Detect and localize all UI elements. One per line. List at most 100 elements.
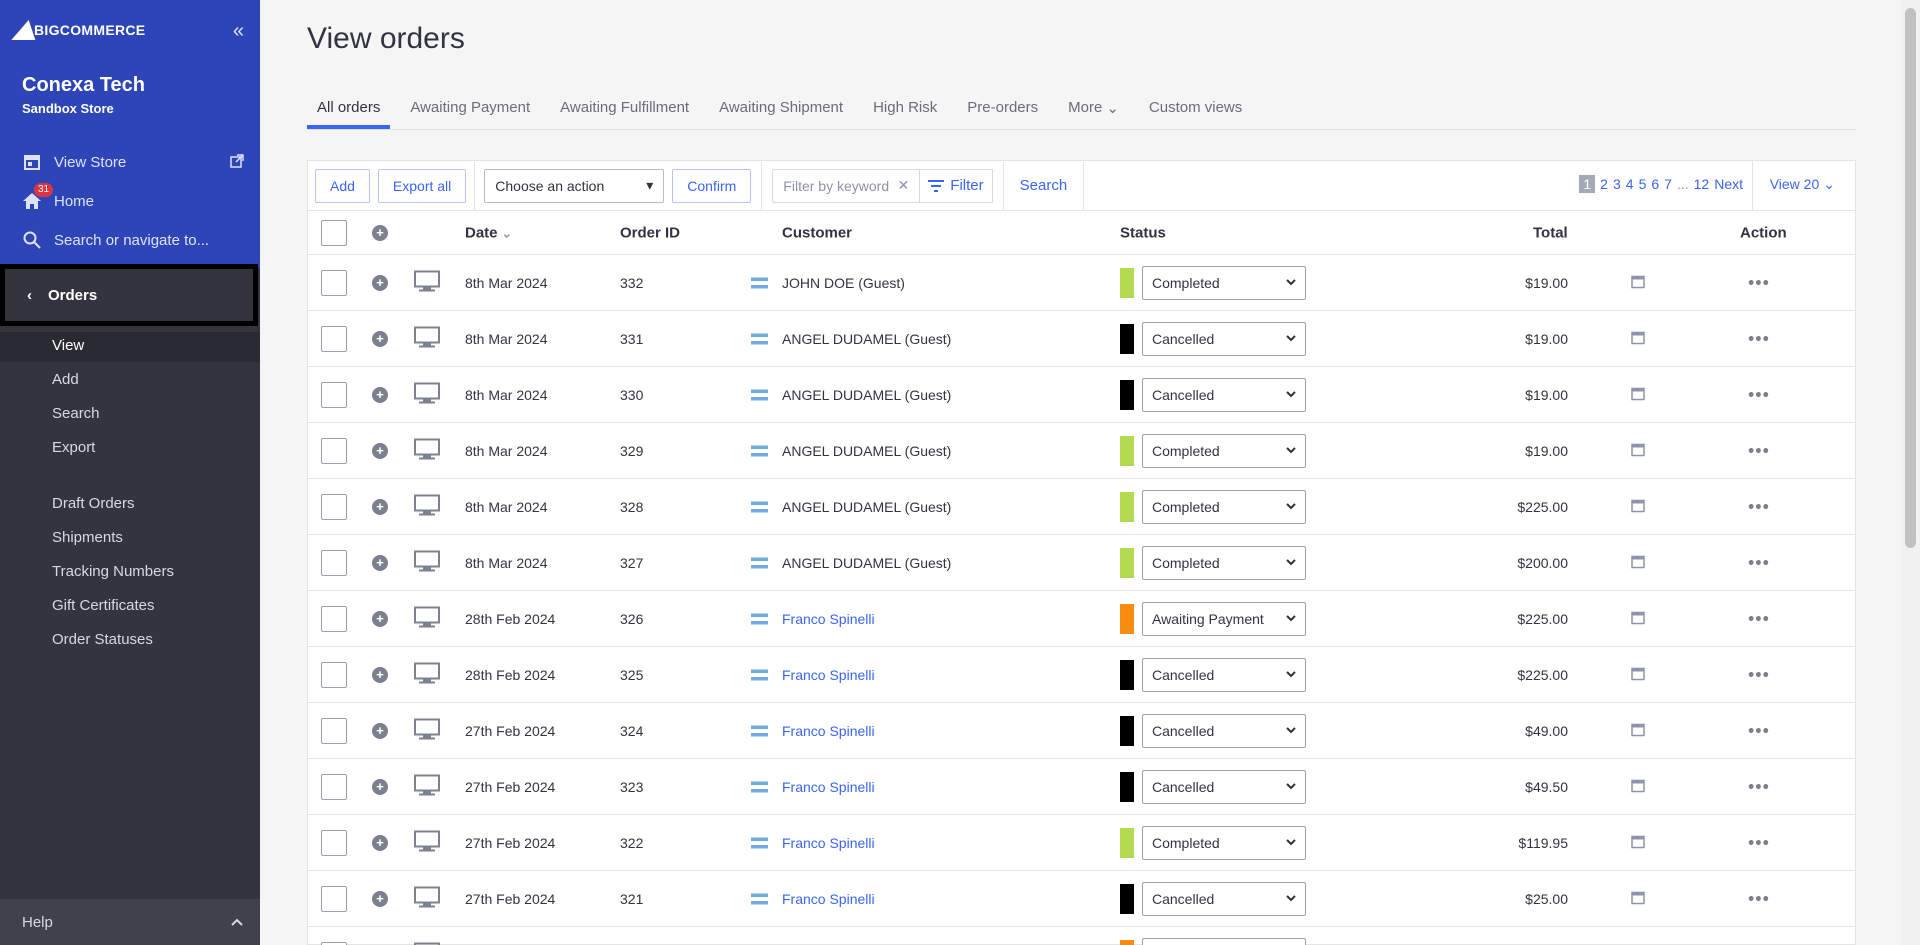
col-order-id[interactable]: Order ID: [620, 224, 680, 241]
scrollbar-thumb[interactable]: [1905, 8, 1916, 548]
expand-row-icon[interactable]: +: [372, 554, 388, 571]
calendar-icon[interactable]: [1631, 610, 1645, 627]
customer-name[interactable]: Franco Spinelli: [782, 779, 875, 795]
expand-row-icon[interactable]: +: [372, 722, 388, 739]
more-actions-icon[interactable]: •••: [1748, 888, 1770, 909]
expand-row-icon[interactable]: +: [372, 778, 388, 795]
calendar-icon[interactable]: [1631, 722, 1645, 739]
more-actions-icon[interactable]: •••: [1748, 776, 1770, 797]
tab-all-orders[interactable]: All orders: [307, 96, 391, 129]
expand-row-icon[interactable]: +: [372, 274, 388, 291]
calendar-icon[interactable]: [1631, 330, 1645, 347]
expand-row-icon[interactable]: +: [372, 610, 388, 627]
tab-high-risk[interactable]: High Risk: [863, 96, 947, 129]
add-order-button[interactable]: Add: [315, 168, 370, 203]
confirm-button[interactable]: Confirm: [672, 168, 752, 203]
more-actions-icon[interactable]: •••: [1748, 720, 1770, 741]
row-checkbox[interactable]: [321, 269, 347, 296]
sidebar-search[interactable]: Search or navigate to...: [22, 230, 209, 250]
expand-row-icon[interactable]: +: [372, 498, 388, 515]
export-all-button[interactable]: Export all: [377, 168, 467, 203]
home-link[interactable]: 31 Home: [22, 183, 94, 211]
sidebar-item-export[interactable]: Export: [52, 439, 95, 456]
customer-name[interactable]: Franco Spinelli: [782, 891, 875, 907]
bulk-action-select[interactable]: Choose an action ▾: [484, 168, 665, 203]
tab-awaiting-fulfillment[interactable]: Awaiting Fulfillment: [550, 96, 699, 129]
status-select[interactable]: Completed: [1142, 545, 1306, 580]
per-page-select[interactable]: View 20 ⌄: [1770, 176, 1835, 193]
expand-row-icon[interactable]: +: [372, 666, 388, 683]
select-all-checkbox[interactable]: [321, 219, 347, 246]
customer-name[interactable]: Franco Spinelli: [782, 667, 875, 683]
row-checkbox[interactable]: [321, 885, 347, 912]
bigcommerce-logo[interactable]: BIGCOMMERCE: [11, 20, 145, 40]
col-date[interactable]: Date ⌄: [465, 224, 512, 241]
status-select[interactable]: Cancelled: [1142, 321, 1306, 356]
expand-row-icon[interactable]: +: [372, 890, 388, 907]
page-3[interactable]: 3: [1613, 176, 1621, 192]
row-checkbox[interactable]: [321, 325, 347, 352]
calendar-icon[interactable]: [1631, 274, 1645, 291]
customer-name[interactable]: Franco Spinelli: [782, 723, 875, 739]
col-total[interactable]: Total: [1533, 224, 1568, 241]
more-actions-icon[interactable]: •••: [1748, 272, 1770, 293]
more-actions-icon[interactable]: •••: [1748, 608, 1770, 629]
row-checkbox[interactable]: [321, 493, 347, 520]
customer-name[interactable]: Franco Spinelli: [782, 835, 875, 851]
external-link-icon[interactable]: [230, 154, 244, 168]
calendar-icon[interactable]: [1631, 442, 1645, 459]
status-select[interactable]: Cancelled: [1142, 881, 1306, 916]
calendar-icon[interactable]: [1631, 386, 1645, 403]
page-scrollbar[interactable]: [1901, 0, 1920, 945]
more-actions-icon[interactable]: •••: [1748, 664, 1770, 685]
view-store-link[interactable]: View Store: [22, 152, 126, 172]
page-1[interactable]: 1: [1579, 175, 1596, 193]
more-actions-icon[interactable]: •••: [1748, 328, 1770, 349]
more-actions-icon[interactable]: •••: [1748, 440, 1770, 461]
sidebar-item-search[interactable]: Search: [52, 405, 100, 422]
row-checkbox[interactable]: [321, 605, 347, 632]
expand-all-icon[interactable]: +: [372, 224, 388, 241]
filter-keyword-input[interactable]: Filter by keyword ✕: [772, 168, 921, 203]
expand-row-icon[interactable]: +: [372, 386, 388, 403]
status-select[interactable]: Completed: [1142, 433, 1306, 468]
page-12[interactable]: 12: [1694, 176, 1710, 192]
more-actions-icon[interactable]: •••: [1748, 496, 1770, 517]
page-7[interactable]: 7: [1664, 176, 1672, 192]
tab-pre-orders[interactable]: Pre-orders: [957, 96, 1048, 129]
calendar-icon[interactable]: [1631, 666, 1645, 683]
expand-row-icon[interactable]: +: [372, 834, 388, 851]
sidebar-item-gift-certificates[interactable]: Gift Certificates: [52, 597, 155, 614]
col-status[interactable]: Status: [1120, 224, 1166, 241]
more-actions-icon[interactable]: •••: [1748, 384, 1770, 405]
status-select[interactable]: Completed: [1142, 489, 1306, 524]
status-select[interactable]: Completed: [1142, 825, 1306, 860]
row-checkbox[interactable]: [321, 717, 347, 744]
tab-custom-views[interactable]: Custom views: [1139, 96, 1252, 129]
orders-section-back[interactable]: ‹ Orders: [0, 264, 258, 326]
calendar-icon[interactable]: [1631, 778, 1645, 795]
customer-name[interactable]: Franco Spinelli: [782, 611, 875, 627]
clear-icon[interactable]: ✕: [898, 177, 910, 194]
calendar-icon[interactable]: [1631, 554, 1645, 571]
page-4[interactable]: 4: [1626, 176, 1634, 192]
status-select[interactable]: Completed: [1142, 265, 1306, 300]
tab-more[interactable]: More ⌄: [1058, 96, 1129, 129]
page-2[interactable]: 2: [1600, 176, 1608, 192]
status-select[interactable]: Awaiting Payment: [1142, 937, 1306, 945]
search-button[interactable]: Search: [1020, 177, 1068, 194]
status-select[interactable]: Awaiting Payment: [1142, 601, 1306, 636]
expand-row-icon[interactable]: +: [372, 330, 388, 347]
expand-row-icon[interactable]: +: [372, 442, 388, 459]
sidebar-item-draft-orders[interactable]: Draft Orders: [52, 495, 135, 512]
sidebar-item-add[interactable]: Add: [52, 371, 79, 388]
sidebar-item-view[interactable]: View: [52, 337, 84, 354]
status-select[interactable]: Cancelled: [1142, 769, 1306, 804]
more-actions-icon[interactable]: •••: [1748, 832, 1770, 853]
row-checkbox[interactable]: [321, 773, 347, 800]
status-select[interactable]: Cancelled: [1142, 377, 1306, 412]
row-checkbox[interactable]: [321, 381, 347, 408]
row-checkbox[interactable]: [321, 661, 347, 688]
page-6[interactable]: 6: [1651, 176, 1659, 192]
help-bar[interactable]: Help: [0, 899, 260, 945]
